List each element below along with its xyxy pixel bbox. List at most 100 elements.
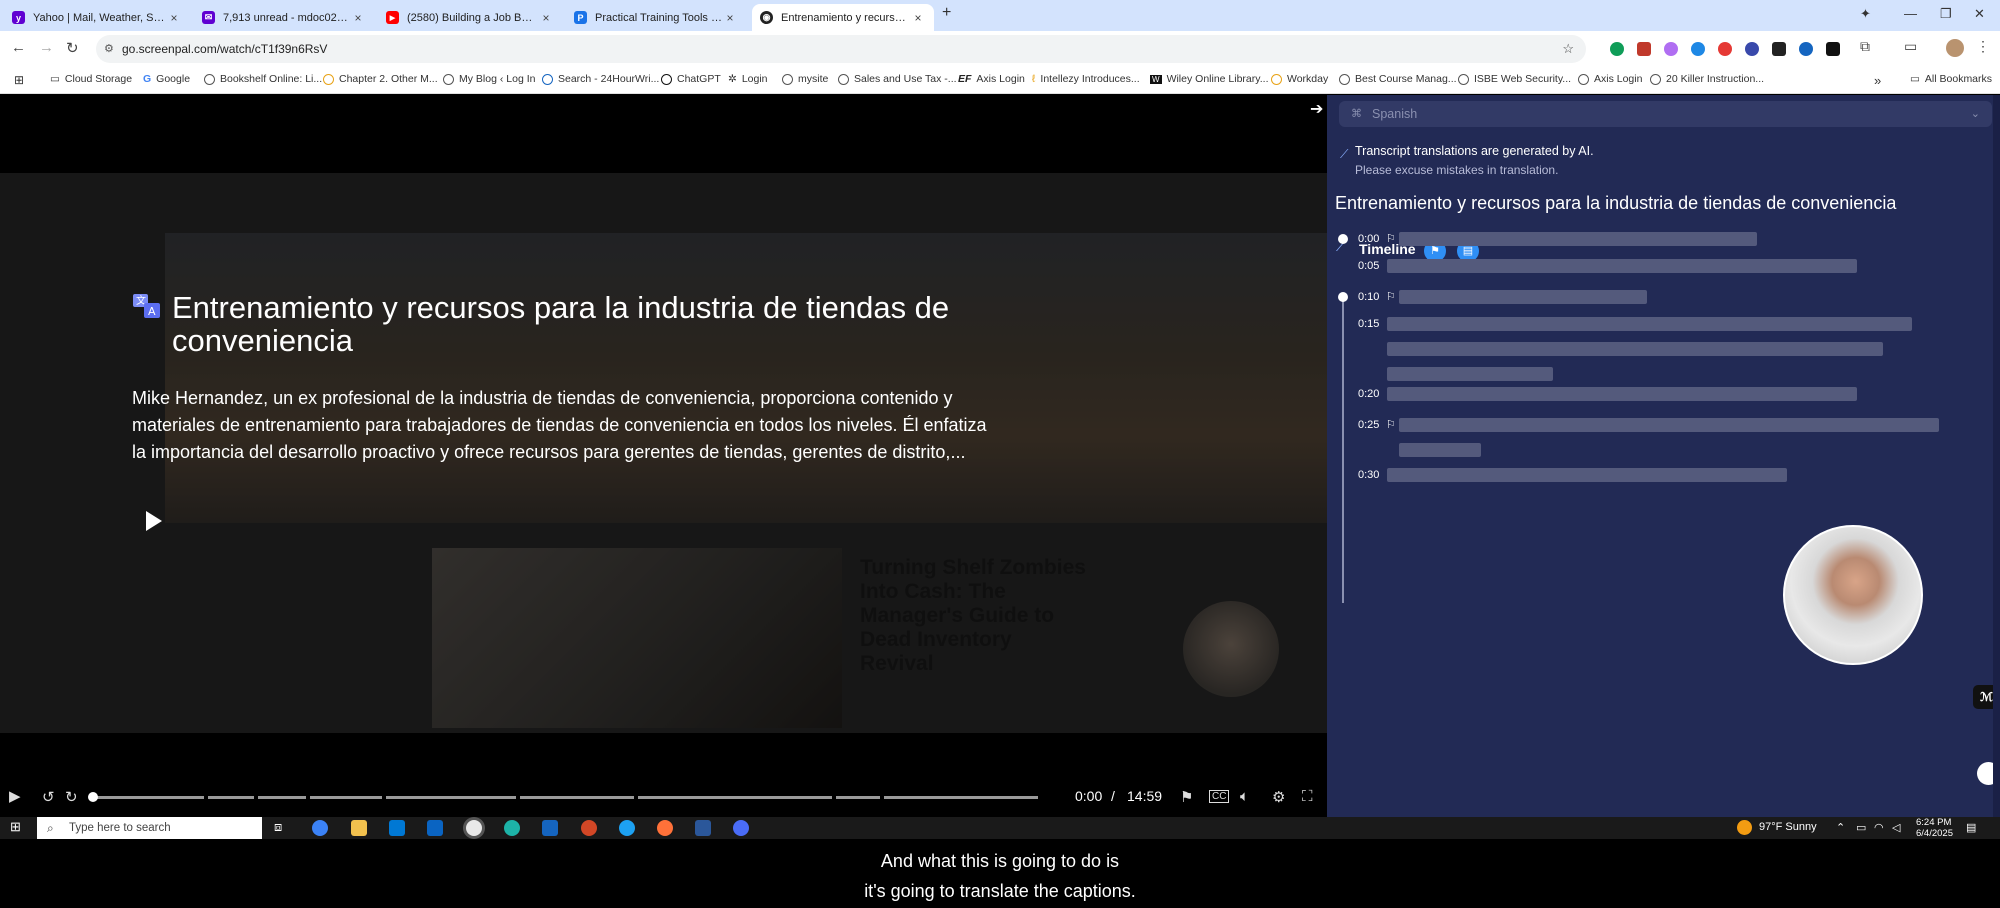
avatar[interactable] — [1946, 39, 1964, 57]
timestamp[interactable]: 0:30 — [1358, 469, 1379, 481]
volume-icon[interactable]: 🔈︎ — [1240, 788, 1249, 805]
minimize-button[interactable]: — — [1904, 6, 1917, 21]
clock-time[interactable]: 6:24 PM — [1916, 817, 1951, 828]
extension-icon[interactable] — [1664, 42, 1678, 56]
task-view-icon[interactable]: ⧈ — [274, 819, 290, 835]
arrow-right-icon[interactable]: ➔ — [1310, 99, 1323, 119]
timestamp[interactable]: 0:00 — [1358, 233, 1379, 245]
twitter-icon[interactable] — [619, 820, 635, 836]
wifi-icon[interactable]: ◠ — [1874, 821, 1884, 834]
forward-icon[interactable]: ↻ — [65, 788, 78, 806]
back-icon[interactable]: ← — [11, 39, 26, 56]
bookmark-item[interactable]: Chapter 2. Other M... — [323, 73, 438, 85]
timeline-dot[interactable] — [1338, 292, 1348, 302]
transcript-line-placeholder[interactable] — [1399, 232, 1757, 246]
close-icon[interactable]: × — [910, 11, 926, 25]
apps-icon[interactable]: ⊞ — [14, 73, 24, 87]
extension-icon[interactable] — [1718, 42, 1732, 56]
close-icon[interactable]: × — [350, 11, 366, 25]
transcript-line-placeholder[interactable] — [1387, 342, 1883, 356]
chrome-icon[interactable] — [466, 820, 482, 836]
gemini-icon[interactable]: ✦ — [1860, 6, 1871, 22]
timestamp[interactable]: 0:10 — [1358, 291, 1379, 303]
bookmark-icon[interactable]: ⚑ — [1180, 788, 1193, 806]
transcript-line-placeholder[interactable] — [1387, 387, 1857, 401]
outlook-icon[interactable] — [427, 820, 443, 836]
chevron-right-icon[interactable]: » — [1874, 73, 1881, 88]
tab-practical-training[interactable]: P Practical Training Tools & Tips f × — [566, 4, 746, 31]
bookmark-item[interactable]: My Blog ‹ Log In — [443, 73, 535, 85]
app-icon[interactable] — [542, 820, 558, 836]
address-bar[interactable]: ⚙ go.screenpal.com/watch/cT1f39n6RsV ☆ — [96, 35, 1586, 63]
transcript-line-placeholder[interactable] — [1399, 443, 1481, 457]
tab-screenpal-active[interactable]: ◉ Entrenamiento y recursos para × — [752, 4, 934, 31]
copilot-icon[interactable] — [312, 820, 328, 836]
tab-youtube[interactable]: ▶ (2580) Building a Job Board wit × — [378, 4, 562, 31]
extension-icon[interactable] — [1799, 42, 1813, 56]
progress-bar[interactable] — [92, 796, 1067, 799]
screenpal-icon[interactable] — [733, 820, 749, 836]
language-select[interactable]: ⌘ Spanish ⌄ — [1339, 101, 1992, 127]
bookmark-icon[interactable]: ⚐ — [1386, 232, 1396, 245]
close-icon[interactable]: × — [722, 11, 738, 25]
all-bookmarks-button[interactable]: ▭ All Bookmarks — [1910, 73, 1992, 85]
transcript-line-placeholder[interactable] — [1387, 468, 1787, 482]
scrollbar[interactable] — [1993, 95, 2000, 817]
bookmark-item[interactable]: ℓ Intellezy Introduces... — [1032, 73, 1140, 85]
transcript-line-placeholder[interactable] — [1387, 317, 1912, 331]
store-icon[interactable] — [389, 820, 405, 836]
volume-icon[interactable]: ◁ — [1892, 821, 1900, 834]
bookmark-item[interactable]: Bookshelf Online: Li... — [204, 73, 322, 85]
new-tab-button[interactable]: + — [942, 4, 951, 22]
windows-start-icon[interactable]: ⊞ — [10, 819, 26, 835]
transcript-line-placeholder[interactable] — [1387, 259, 1857, 273]
timestamp[interactable]: 0:25 — [1358, 419, 1379, 431]
chevron-up-icon[interactable]: ⌃ — [1836, 821, 1845, 834]
gear-icon[interactable]: ⚙ — [1272, 788, 1285, 806]
extension-icon[interactable] — [1772, 42, 1786, 56]
bookmark-item[interactable]: EF Axis Login — [958, 73, 1025, 85]
captions-icon[interactable]: CC — [1209, 790, 1230, 803]
network-icon[interactable]: ▭ — [1856, 821, 1866, 834]
maximize-button[interactable]: ❐ — [1940, 6, 1952, 22]
transcript-line-placeholder[interactable] — [1399, 290, 1647, 304]
tab-mail[interactable]: ✉ 7,913 unread - mdoc02307@ya × — [194, 4, 374, 31]
transcript-line-placeholder[interactable] — [1399, 418, 1939, 432]
bookmark-item[interactable]: W Wiley Online Library... — [1150, 73, 1268, 85]
window-close-button[interactable]: ✕ — [1974, 6, 1985, 22]
extension-icon[interactable] — [1637, 42, 1651, 56]
bookmark-item[interactable]: Best Course Manag... — [1339, 73, 1457, 85]
bookmark-item[interactable]: G Google — [143, 73, 190, 85]
clock-date[interactable]: 6/4/2025 — [1916, 828, 1953, 839]
extension-icon[interactable] — [1745, 42, 1759, 56]
timeline-dot[interactable] — [1338, 234, 1348, 244]
bookmark-item[interactable]: ▭ Cloud Storage — [50, 73, 132, 85]
bookmark-icon[interactable]: ⚐ — [1386, 418, 1396, 431]
timestamp[interactable]: 0:15 — [1358, 318, 1379, 330]
bookmark-item[interactable]: ✲ Login — [728, 73, 768, 85]
timestamp[interactable]: 0:05 — [1358, 260, 1379, 272]
puzzle-icon[interactable]: ⧉ — [1860, 38, 1870, 55]
play-icon[interactable] — [146, 511, 162, 531]
bookmark-item[interactable]: Axis Login — [1578, 73, 1642, 85]
site-info-icon[interactable]: ⚙ — [104, 35, 114, 63]
weather-text[interactable]: 97°F Sunny — [1759, 821, 1817, 833]
close-icon[interactable]: × — [538, 11, 554, 25]
taskbar-search[interactable]: ⌕ Type here to search — [37, 817, 262, 839]
video-player[interactable]: Turning Shelf Zombies Into Cash: The Man… — [0, 95, 1327, 777]
edge-icon[interactable] — [504, 820, 520, 836]
bookmark-item[interactable]: 20 Killer Instruction... — [1650, 73, 1764, 85]
reload-icon[interactable]: ↻ — [66, 39, 79, 57]
file-explorer-icon[interactable] — [351, 820, 367, 836]
star-icon[interactable]: ☆ — [1562, 35, 1574, 63]
word-icon[interactable] — [695, 820, 711, 836]
powerpoint-icon[interactable] — [581, 820, 597, 836]
bookmark-icon[interactable]: ⚐ — [1386, 290, 1396, 303]
sidepanel-icon[interactable]: ▭ — [1904, 38, 1917, 55]
bookmark-item[interactable]: Sales and Use Tax -... — [838, 73, 957, 85]
extension-icon[interactable] — [1826, 42, 1840, 56]
bookmark-item[interactable]: mysite — [782, 73, 828, 85]
fullscreen-icon[interactable]: ⛶ — [1302, 788, 1313, 805]
forward-icon[interactable]: → — [39, 39, 54, 56]
bookmark-item[interactable]: Workday — [1271, 73, 1328, 85]
